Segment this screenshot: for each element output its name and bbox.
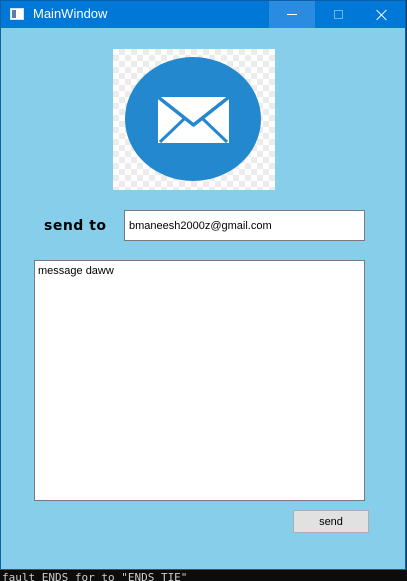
background-terminal: fault ENDS for to "ENDS TIE" [0,570,407,581]
send-to-label: send to [44,218,107,234]
recipient-email-input[interactable] [124,210,365,241]
maximize-icon [333,10,343,19]
email-logo-image [113,49,275,190]
envelope-icon [125,57,261,181]
window-title: MainWindow [33,6,108,21]
terminal-text: fault ENDS for to "ENDS TIE" [2,571,188,581]
send-button[interactable]: send [293,510,369,533]
close-icon [376,9,388,21]
close-button[interactable] [359,1,405,28]
title-bar[interactable]: MainWindow [1,1,405,28]
app-window-icon [10,8,24,20]
minimize-icon [287,14,297,15]
maximize-button[interactable] [315,1,361,28]
main-window: MainWindow send to message daww send [0,0,406,570]
message-body-textarea[interactable]: message daww [34,260,365,501]
minimize-button[interactable] [269,1,315,28]
